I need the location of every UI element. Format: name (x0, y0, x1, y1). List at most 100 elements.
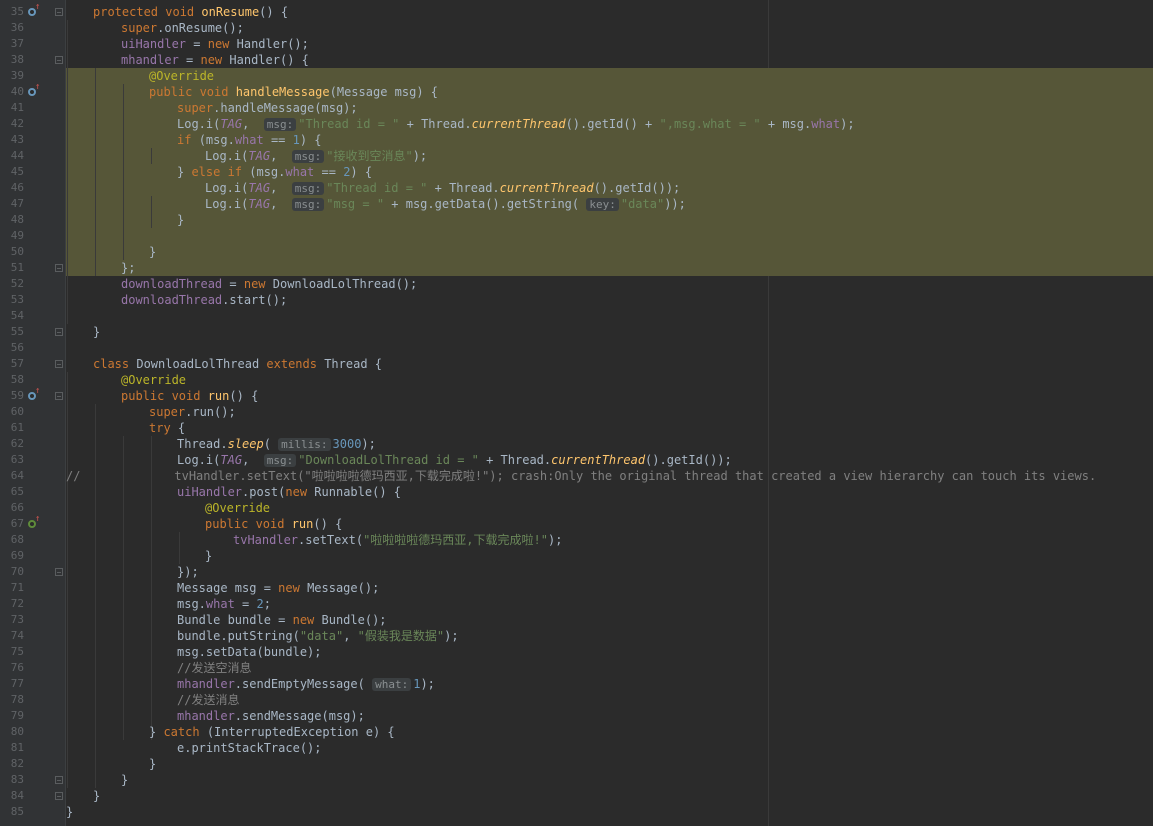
code-line[interactable]: 73 Bundle bundle = new Bundle(); (0, 612, 1153, 628)
code-token: Log. (205, 197, 234, 211)
code-line[interactable]: 38 mhandler = new Handler() { (0, 52, 1153, 68)
code-line[interactable]: 83} (0, 772, 1153, 788)
code-line[interactable]: 35 ↑ protected void onResume() { (0, 3, 1153, 20)
code-line[interactable]: 75 msg.setData(bundle); (0, 644, 1153, 660)
code-token: ().getId()); (645, 453, 732, 467)
line-number: 72 (10, 597, 24, 610)
code-text: } (149, 756, 156, 772)
code-line[interactable]: 80} catch (InterruptedException e) { (0, 724, 1153, 740)
code-line[interactable]: 69} (0, 548, 1153, 564)
code-token: @Override (149, 69, 215, 83)
code-token: run (207, 389, 230, 403)
code-line[interactable]: 46 Log.i(TAG, msg: "Thread id = " + Thread… (0, 180, 1153, 196)
code-token: ); (840, 117, 855, 131)
code-line[interactable]: 55} (0, 324, 1153, 340)
code-line[interactable]: 40 ↑ public void handleMessage(Message msg… (0, 83, 1153, 100)
code-line[interactable]: 60 super.run(); (0, 404, 1153, 420)
code-line[interactable]: 64 // tvHandler.setText("啦啦啦啦德玛西亚,下载完成啦!"… (0, 468, 1153, 484)
override-method-icon[interactable]: ↑ (28, 83, 40, 97)
code-line[interactable]: 48} (0, 212, 1153, 228)
code-line[interactable]: 70}); (0, 564, 1153, 580)
line-number: 69 (10, 549, 24, 562)
code-line[interactable]: 42 Log.i(TAG, msg: "Thread id = " + Thread… (0, 116, 1153, 132)
code-line[interactable]: 77 mhandler.sendEmptyMessage( what: 1); (0, 676, 1153, 692)
fold-toggle-icon[interactable] (55, 568, 63, 576)
override-method-icon[interactable]: ↑ (28, 3, 40, 17)
code-token: public void (205, 517, 292, 531)
code-line[interactable]: 71 Message msg = new Message(); (0, 580, 1153, 596)
code-line[interactable]: 45} else if (msg.what == 2) { (0, 164, 1153, 180)
code-line[interactable]: 43 if (msg.what == 1) { (0, 132, 1153, 148)
code-line[interactable]: 84} (0, 788, 1153, 804)
code-token: "假装我是数据" (357, 629, 445, 643)
override-method-icon[interactable]: ↑ (28, 515, 40, 529)
code-line[interactable]: 39 @Override (0, 68, 1153, 84)
code-line[interactable]: 57 class DownloadLolThread extends Thread… (0, 356, 1153, 372)
code-line[interactable]: 72 msg.what = 2; (0, 596, 1153, 612)
fold-toggle-icon[interactable] (55, 392, 63, 400)
line-number: 81 (10, 741, 24, 754)
code-line[interactable]: 61 try { (0, 420, 1153, 436)
code-line[interactable]: 56 (0, 340, 1153, 356)
code-line[interactable]: 66 @Override (0, 500, 1153, 516)
code-line[interactable]: 67 ↑ public void run() { (0, 515, 1153, 532)
line-number: 50 (10, 245, 24, 258)
line-number: 35 (10, 5, 24, 18)
code-token: run (291, 517, 314, 531)
code-text: uiHandler = new Handler(); (121, 36, 309, 52)
code-line[interactable]: 82} (0, 756, 1153, 772)
code-token: = (234, 597, 257, 611)
indent-guide (179, 532, 180, 564)
fold-toggle-icon[interactable] (55, 776, 63, 784)
code-line[interactable]: 74 bundle.putString("data", "假装我是数据"); (0, 628, 1153, 644)
code-line[interactable]: 62 Thread.sleep( millis: 3000); (0, 436, 1153, 452)
code-token: , (270, 181, 292, 195)
code-token: ); (444, 629, 459, 643)
code-line[interactable]: 44 Log.i(TAG, msg: "接收到空消息"); (0, 148, 1153, 164)
code-line[interactable]: 78 //发送消息 (0, 692, 1153, 708)
code-token: () { (229, 389, 259, 403)
code-line[interactable]: 47 Log.i(TAG, msg: "msg = " + msg.getData(… (0, 196, 1153, 212)
code-line[interactable]: 51}; (0, 260, 1153, 276)
code-line[interactable]: 65 uiHandler.post(new Runnable() { (0, 484, 1153, 500)
fold-toggle-icon[interactable] (55, 360, 63, 368)
code-line[interactable]: 53 downloadThread.start(); (0, 292, 1153, 308)
code-line[interactable]: 54 (0, 308, 1153, 324)
code-token: ) { (350, 165, 373, 179)
code-line[interactable]: 58 @Override (0, 372, 1153, 388)
code-editor[interactable]: 35 ↑ protected void onResume() {36 super.on… (0, 0, 1153, 826)
code-token: () { (313, 517, 343, 531)
code-line[interactable]: 52 downloadThread = new DownloadLolThread… (0, 276, 1153, 292)
line-number: 36 (10, 21, 24, 34)
code-token: .sendMessage(msg); (234, 709, 365, 723)
code-text: } catch (InterruptedException e) { (149, 724, 395, 740)
code-line[interactable]: 36 super.onResume(); (0, 20, 1153, 36)
code-line[interactable]: 85} (0, 804, 1153, 820)
code-text: public void run() { (121, 388, 258, 404)
fold-toggle-icon[interactable] (55, 8, 63, 16)
code-token: mhandler (177, 709, 235, 723)
code-line[interactable]: 79 mhandler.sendMessage(msg); (0, 708, 1153, 724)
code-token: onResume (164, 21, 223, 35)
fold-toggle-icon[interactable] (55, 328, 63, 336)
code-text: //发送消息 (177, 692, 239, 708)
override-method-icon[interactable]: ↑ (28, 387, 40, 401)
code-text: protected void onResume() { (93, 4, 288, 20)
code-token: Log. (205, 181, 234, 195)
code-token: e.printStackTrace(); (177, 741, 322, 755)
fold-toggle-icon[interactable] (55, 792, 63, 800)
code-line[interactable]: 49 (0, 228, 1153, 244)
code-line[interactable]: 59 ↑ public void run() { (0, 387, 1153, 404)
indent-guide (95, 68, 96, 276)
fold-toggle-icon[interactable] (55, 264, 63, 272)
fold-toggle-icon[interactable] (55, 56, 63, 64)
code-line[interactable]: 81 e.printStackTrace(); (0, 740, 1153, 756)
line-number: 59 (10, 389, 24, 402)
code-line[interactable]: 37 uiHandler = new Handler(); (0, 36, 1153, 52)
code-line[interactable]: 63 Log.i(TAG, msg: "DownloadLolThread id =… (0, 452, 1153, 468)
code-token: TAG (248, 181, 271, 195)
code-line[interactable]: 50} (0, 244, 1153, 260)
code-line[interactable]: 41 super.handleMessage(msg); (0, 100, 1153, 116)
code-line[interactable]: 76 //发送空消息 (0, 660, 1153, 676)
code-line[interactable]: 68 tvHandler.setText("啦啦啦啦德玛西亚,下载完成啦!"); (0, 532, 1153, 548)
